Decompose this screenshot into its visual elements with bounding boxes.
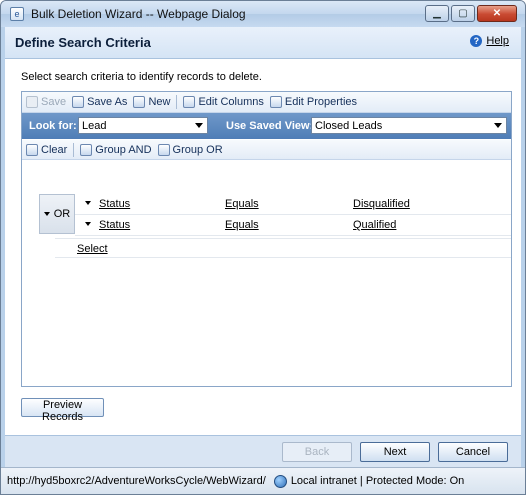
look-for-select[interactable]: Lead: [78, 117, 208, 134]
new-button[interactable]: New: [133, 96, 170, 108]
chevron-down-icon: [195, 123, 203, 128]
window-title: Bulk Deletion Wizard -- Webpage Dialog: [31, 7, 246, 21]
globe-icon: [273, 474, 287, 488]
app-icon: e: [10, 7, 24, 21]
save-icon: [26, 96, 38, 108]
help-icon: ?: [470, 35, 483, 47]
criteria-value[interactable]: Disqualified: [353, 198, 410, 210]
window-controls: ▁ ▢ ✕: [425, 5, 517, 22]
back-button[interactable]: Back: [282, 442, 352, 462]
save-label: Save: [41, 96, 67, 108]
look-for-bar: Look for: Lead Use Saved View: Closed Le…: [22, 113, 511, 139]
save-button[interactable]: Save: [26, 96, 66, 108]
clear-icon: [26, 143, 38, 156]
group-or-button[interactable]: Group OR: [157, 143, 223, 156]
edit-columns-icon: [183, 96, 196, 108]
criteria-field[interactable]: Status: [99, 219, 130, 231]
edit-properties-label: Edit Properties: [284, 96, 358, 108]
toolbar-separator: [176, 95, 178, 109]
clear-label: Clear: [41, 143, 68, 156]
chevron-down-icon: [494, 123, 502, 128]
criteria-rows: Status Equals Disqualified Status Equals…: [75, 194, 511, 236]
add-criteria-row: Select: [55, 238, 511, 258]
security-zone: Local intranet | Protected Mode: On: [290, 475, 465, 487]
title-bar: e Bulk Deletion Wizard -- Webpage Dialog…: [1, 1, 525, 27]
cancel-button[interactable]: Cancel: [438, 442, 508, 462]
clear-button[interactable]: Clear: [26, 143, 68, 156]
wizard-button-bar: Back Next Cancel: [5, 435, 521, 467]
saved-view-select[interactable]: Closed Leads: [311, 117, 507, 134]
group-and-button[interactable]: Group AND: [80, 143, 152, 156]
status-url: http://hyd5boxrc2/AdventureWorksCycle/We…: [7, 475, 266, 487]
dialog-window: e Bulk Deletion Wizard -- Webpage Dialog…: [0, 0, 526, 495]
saved-view-label: Use Saved View:: [226, 120, 314, 132]
edit-columns-button[interactable]: Edit Columns: [183, 96, 264, 108]
or-group-toggle[interactable]: OR: [39, 194, 75, 234]
save-as-button[interactable]: Save As: [72, 96, 127, 108]
page-header: Define Search Criteria ? Help: [5, 27, 521, 59]
grouping-toolbar: Clear Group AND Group OR: [22, 140, 511, 160]
row-menu-icon[interactable]: [85, 222, 91, 226]
criteria-operator[interactable]: Equals: [225, 219, 259, 231]
criteria-field[interactable]: Status: [99, 198, 130, 210]
new-label: New: [148, 96, 171, 108]
minimize-button[interactable]: ▁: [425, 5, 449, 22]
next-button[interactable]: Next: [360, 442, 430, 462]
maximize-button[interactable]: ▢: [451, 5, 475, 22]
dialog-content: Define Search Criteria ? Help Select sea…: [5, 27, 521, 465]
page-title: Define Search Criteria: [15, 35, 151, 50]
group-and-icon: [80, 143, 93, 156]
select-field-link[interactable]: Select: [77, 243, 108, 255]
toolbar-separator: [73, 142, 75, 157]
or-group-label: OR: [53, 208, 71, 220]
group-or-label: Group OR: [172, 143, 223, 156]
save-as-label: Save As: [87, 96, 128, 108]
edit-properties-button[interactable]: Edit Properties: [269, 96, 358, 108]
criteria-value[interactable]: Qualified: [353, 219, 396, 231]
help-label: Help: [486, 35, 509, 47]
instructions-text: Select search criteria to identify recor…: [21, 71, 262, 83]
chevron-down-icon: [43, 212, 50, 216]
look-for-label: Look for:: [29, 120, 77, 132]
save-as-icon: [72, 96, 85, 108]
criteria-panel: Save Save As New Edit Columns Edit Prope…: [21, 91, 512, 387]
edit-properties-icon: [269, 96, 282, 108]
criteria-operator[interactable]: Equals: [225, 198, 259, 210]
help-link[interactable]: ? Help: [470, 35, 509, 47]
close-button[interactable]: ✕: [477, 5, 517, 22]
look-for-value: Lead: [82, 119, 107, 132]
row-menu-icon[interactable]: [85, 201, 91, 205]
criteria-grid: OR Status Equals Disqualified Status Equ…: [38, 172, 511, 258]
new-icon: [133, 96, 146, 108]
status-bar: http://hyd5boxrc2/AdventureWorksCycle/We…: [1, 467, 525, 494]
criteria-row: Status Equals Disqualified: [75, 194, 511, 215]
saved-view-value: Closed Leads: [315, 119, 383, 132]
view-toolbar: Save Save As New Edit Columns Edit Prope…: [22, 92, 511, 113]
edit-columns-label: Edit Columns: [198, 96, 264, 108]
preview-records-button[interactable]: Preview Records: [21, 398, 104, 423]
group-and-label: Group AND: [95, 143, 152, 156]
criteria-row: Status Equals Qualified: [75, 215, 511, 236]
group-or-icon: [157, 143, 170, 156]
